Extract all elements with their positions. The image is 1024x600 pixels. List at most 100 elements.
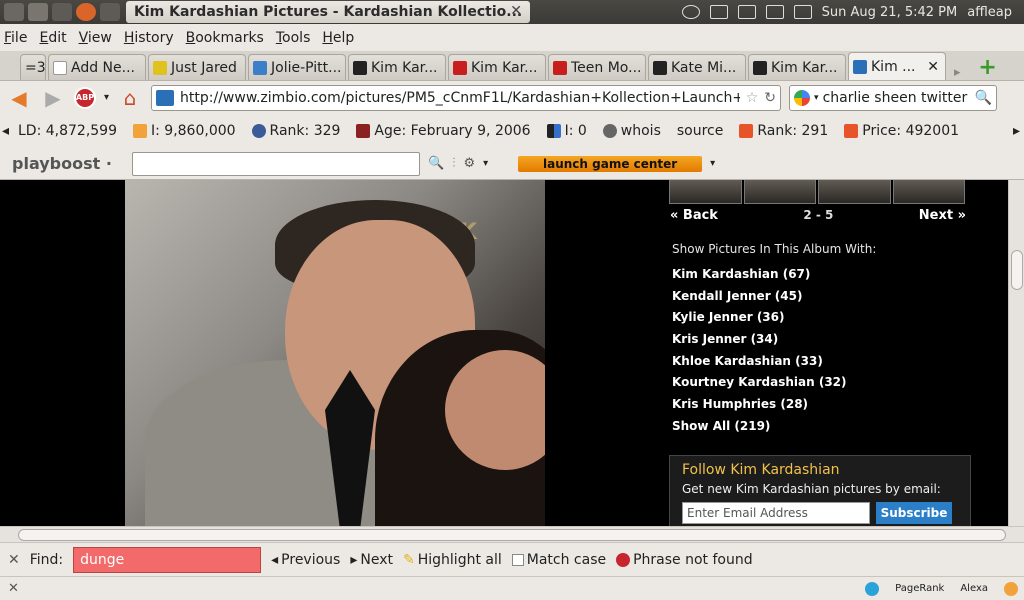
menu-tools[interactable]: Tools <box>276 30 311 46</box>
close-icon[interactable]: ✕ <box>8 552 20 568</box>
stat-index[interactable]: I: 9,860,000 <box>133 123 236 139</box>
tab-2[interactable]: Just Jared <box>148 54 246 80</box>
scroll-thumb[interactable] <box>18 529 1006 541</box>
album-link[interactable]: Kourtney Kardashian (32) <box>672 372 847 394</box>
album-link[interactable]: Khloe Kardashian (33) <box>672 351 847 373</box>
thumbnail[interactable] <box>818 180 891 204</box>
chevron-down-icon[interactable]: ▾ <box>104 92 109 103</box>
app-icon[interactable] <box>52 3 72 21</box>
wifi-icon[interactable] <box>709 5 728 19</box>
thumbnail[interactable] <box>669 180 742 204</box>
puzzle-icon[interactable] <box>100 3 120 21</box>
chevron-down-icon[interactable]: ▾ <box>814 93 819 103</box>
thumbnail[interactable] <box>892 180 965 204</box>
firefox-icon[interactable] <box>76 3 96 21</box>
find-previous-button[interactable]: ◂ Previous <box>271 552 340 568</box>
album-link[interactable]: Kris Humphries (28) <box>672 394 847 416</box>
user-menu[interactable]: affleap <box>967 5 1012 20</box>
album-link[interactable]: Show All (219) <box>672 416 847 438</box>
search-box[interactable]: ▾ charlie sheen twitter 🔍 <box>789 84 998 111</box>
launch-game-center-button[interactable]: launch game center <box>518 155 703 172</box>
tab-1[interactable]: Add Ne... <box>48 54 146 80</box>
resize-grip-icon[interactable] <box>1004 581 1018 596</box>
mail-icon[interactable] <box>793 5 812 19</box>
stat-whois[interactable]: whois <box>602 123 661 139</box>
clock[interactable]: Sun Aug 21, 5:42 PM <box>822 5 958 20</box>
new-tab-button[interactable]: + <box>977 57 999 80</box>
menu-file[interactable]: File <box>4 30 27 46</box>
album-link[interactable]: Kylie Jenner (36) <box>672 307 847 329</box>
slider-icon[interactable]: ⫶ <box>452 156 455 171</box>
menu-help[interactable]: Help <box>322 30 354 46</box>
find-next-button[interactable]: ▸ Next <box>350 552 393 568</box>
minus-icon[interactable] <box>681 5 700 19</box>
album-link[interactable]: Kendall Jenner (45) <box>672 286 847 308</box>
tab-6[interactable]: Teen Mo... <box>548 54 646 80</box>
scroll-left-icon[interactable]: ◂ <box>2 123 9 139</box>
main-photo[interactable]: KK <box>125 180 545 526</box>
back-button[interactable]: ◀ <box>6 86 32 110</box>
tab-5[interactable]: Kim Kar... <box>448 54 546 80</box>
at-icon[interactable] <box>865 581 880 596</box>
close-icon[interactable]: ✕ <box>8 581 19 596</box>
stat-source-text: source <box>676 123 724 139</box>
url-bar[interactable]: http://www.zimbio.com/pictures/PM5_cCnmF… <box>151 84 782 111</box>
playboost-logo[interactable]: playboost · <box>12 154 124 173</box>
scroll-right-icon[interactable]: ▸ <box>1013 123 1020 139</box>
menu-bookmarks[interactable]: Bookmarks <box>186 30 264 46</box>
stat-ld[interactable]: LD: 4,872,599 <box>18 123 117 139</box>
battery-icon[interactable] <box>737 5 756 19</box>
match-case-checkbox[interactable]: Match case <box>511 552 606 568</box>
gear-icon[interactable]: ⚙ <box>463 156 475 171</box>
ubuntu-menu-icon[interactable] <box>4 3 24 21</box>
stat-source[interactable]: source <box>677 123 724 139</box>
bookmark-star-icon[interactable]: ☆ <box>746 90 759 106</box>
search-icon[interactable]: 🔍 <box>428 156 444 171</box>
tab-scroll-icon[interactable]: ▸ <box>954 65 961 80</box>
album-link[interactable]: Kim Kardashian (67) <box>672 264 847 286</box>
google-icon[interactable] <box>794 89 811 106</box>
stat-price[interactable]: Price: 492001 <box>844 123 959 139</box>
tab-7[interactable]: Kate Mi... <box>648 54 746 80</box>
stat-age[interactable]: Age: February 9, 2006 <box>356 123 531 139</box>
horizontal-scrollbar[interactable] <box>0 526 1024 542</box>
url-text[interactable]: http://www.zimbio.com/pictures/PM5_cCnmF… <box>180 90 740 106</box>
tab-8[interactable]: Kim Kar... <box>748 54 846 80</box>
subscribe-button[interactable]: Subscribe <box>876 502 952 524</box>
edit-icon[interactable] <box>28 3 48 21</box>
reload-icon[interactable]: ↻ <box>764 90 780 106</box>
menu-view[interactable]: View <box>79 30 112 46</box>
forward-button[interactable]: ▶ <box>40 86 66 110</box>
menu-edit[interactable]: Edit <box>39 30 66 46</box>
album-link[interactable]: Kris Jenner (34) <box>672 329 847 351</box>
scroll-thumb[interactable] <box>1011 250 1023 290</box>
tab-3[interactable]: Jolie-Pitt... <box>248 54 346 80</box>
menu-history[interactable]: History <box>124 30 174 46</box>
tab-active[interactable]: Kim ... ✕ <box>848 52 946 80</box>
pagerank-label[interactable]: PageRank <box>895 583 944 594</box>
back-link[interactable]: « Back <box>670 208 718 223</box>
adblock-icon[interactable]: ABP <box>74 86 96 109</box>
find-input[interactable]: dunge <box>73 546 262 573</box>
highlight-all-button[interactable]: ✎ Highlight all <box>403 552 502 568</box>
tab-0[interactable]: =3 <box>20 54 46 80</box>
tab-4[interactable]: Kim Kar... <box>348 54 446 80</box>
playboost-search-input[interactable] <box>132 151 420 176</box>
thumbnail[interactable] <box>743 180 816 204</box>
close-window-button[interactable]: ✕ <box>510 3 522 19</box>
stat-rank2[interactable]: Rank: 291 <box>739 123 828 139</box>
close-tab-icon[interactable]: ✕ <box>927 59 945 75</box>
chevron-down-icon[interactable]: ▾ <box>710 158 715 169</box>
alexa-label[interactable]: Alexa <box>960 583 988 594</box>
volume-icon[interactable] <box>765 5 784 19</box>
search-input[interactable]: charlie sheen twitter <box>823 90 971 106</box>
email-field[interactable]: Enter Email Address <box>682 502 870 524</box>
search-icon[interactable]: 🔍 <box>975 90 996 106</box>
stat-alexa-rank[interactable]: Rank: 329 <box>251 123 340 139</box>
vertical-scrollbar[interactable] <box>1008 180 1024 526</box>
stat-i2[interactable]: I: 0 <box>546 123 587 139</box>
chevron-down-icon[interactable]: ▾ <box>483 158 488 169</box>
home-button[interactable]: ⌂ <box>117 86 143 110</box>
thumbnail-strip <box>669 180 965 204</box>
next-link[interactable]: Next » <box>919 208 966 223</box>
